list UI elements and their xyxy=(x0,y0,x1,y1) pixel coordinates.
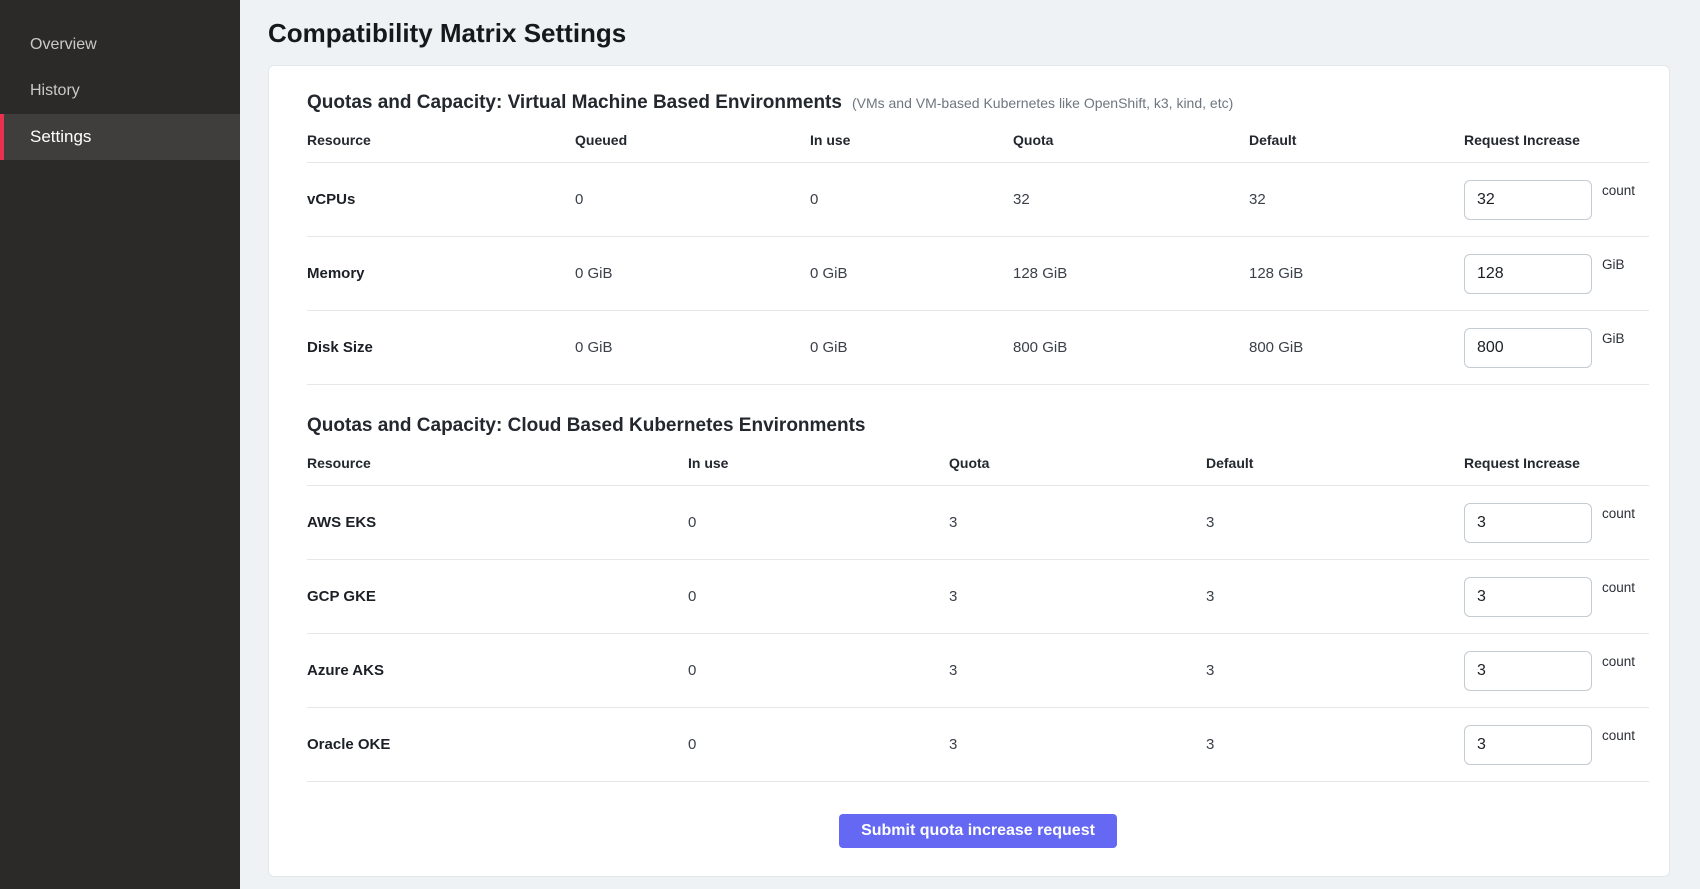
unit-label: count xyxy=(1602,580,1635,595)
table-row-aws-eks: AWS EKS 0 3 3 count xyxy=(307,486,1649,560)
col-in-use: In use xyxy=(688,455,949,471)
col-in-use: In use xyxy=(810,132,1013,148)
request-increase-cell: GiB xyxy=(1464,254,1649,294)
queued-value: 0 xyxy=(575,191,810,208)
unit-label: GiB xyxy=(1602,331,1625,346)
request-increase-cell: count xyxy=(1464,180,1649,220)
in-use-value: 0 xyxy=(810,191,1013,208)
submit-quota-increase-button[interactable]: Submit quota increase request xyxy=(839,814,1117,848)
memory-request-input[interactable] xyxy=(1464,254,1592,294)
col-quota: Quota xyxy=(949,455,1206,471)
request-increase-cell: count xyxy=(1464,577,1649,617)
col-default: Default xyxy=(1249,132,1464,148)
resource-label: vCPUs xyxy=(307,191,575,208)
quota-value: 3 xyxy=(949,736,1206,753)
sidebar: Overview History Settings xyxy=(0,0,240,889)
queued-value: 0 GiB xyxy=(575,339,810,356)
table-row-azure-aks: Azure AKS 0 3 3 count xyxy=(307,634,1649,708)
unit-label: count xyxy=(1602,728,1635,743)
default-value: 128 GiB xyxy=(1249,265,1464,282)
quota-value: 3 xyxy=(949,662,1206,679)
sidebar-item-label: History xyxy=(30,82,80,100)
in-use-value: 0 xyxy=(688,588,949,605)
resource-label: Oracle OKE xyxy=(307,736,688,753)
request-increase-cell: count xyxy=(1464,651,1649,691)
table-row-gcp-gke: GCP GKE 0 3 3 count xyxy=(307,560,1649,634)
unit-label: GiB xyxy=(1602,257,1625,272)
col-quota: Quota xyxy=(1013,132,1249,148)
quota-value: 3 xyxy=(949,514,1206,531)
in-use-value: 0 GiB xyxy=(810,339,1013,356)
col-resource: Resource xyxy=(307,455,688,471)
vm-section-subtitle: (VMs and VM-based Kubernetes like OpenSh… xyxy=(852,95,1233,111)
quota-value: 800 GiB xyxy=(1013,339,1249,356)
resource-label: Disk Size xyxy=(307,339,575,356)
disk-size-request-input[interactable] xyxy=(1464,328,1592,368)
unit-label: count xyxy=(1602,506,1635,521)
queued-value: 0 GiB xyxy=(575,265,810,282)
request-increase-cell: count xyxy=(1464,503,1649,543)
unit-label: count xyxy=(1602,654,1635,669)
oracle-oke-request-input[interactable] xyxy=(1464,725,1592,765)
in-use-value: 0 GiB xyxy=(810,265,1013,282)
resource-label: GCP GKE xyxy=(307,588,688,605)
vm-table-header: Resource Queued In use Quota Default Req… xyxy=(307,120,1649,163)
in-use-value: 0 xyxy=(688,662,949,679)
col-request-increase: Request Increase xyxy=(1464,132,1649,148)
gcp-gke-request-input[interactable] xyxy=(1464,577,1592,617)
col-queued: Queued xyxy=(575,132,810,148)
table-row-vcpus: vCPUs 0 0 32 32 count xyxy=(307,163,1649,237)
sidebar-item-overview[interactable]: Overview xyxy=(0,22,240,68)
sidebar-item-label: Settings xyxy=(30,127,91,147)
sidebar-item-label: Overview xyxy=(30,36,97,54)
page-title: Compatibility Matrix Settings xyxy=(268,18,1670,49)
in-use-value: 0 xyxy=(688,736,949,753)
col-resource: Resource xyxy=(307,132,575,148)
vm-section-title: Quotas and Capacity: Virtual Machine Bas… xyxy=(307,92,842,114)
app-root: Overview History Settings Compatibility … xyxy=(0,0,1700,889)
sidebar-item-settings[interactable]: Settings xyxy=(0,114,240,160)
submit-row: Submit quota increase request xyxy=(307,814,1649,848)
azure-aks-request-input[interactable] xyxy=(1464,651,1592,691)
aws-eks-request-input[interactable] xyxy=(1464,503,1592,543)
unit-label: count xyxy=(1602,183,1635,198)
cloud-section-header: Quotas and Capacity: Cloud Based Kuberne… xyxy=(307,415,1649,437)
vcpus-request-input[interactable] xyxy=(1464,180,1592,220)
col-default: Default xyxy=(1206,455,1464,471)
quotas-card: Quotas and Capacity: Virtual Machine Bas… xyxy=(268,65,1670,877)
default-value: 32 xyxy=(1249,191,1464,208)
quota-value: 128 GiB xyxy=(1013,265,1249,282)
resource-label: Azure AKS xyxy=(307,662,688,679)
sidebar-item-history[interactable]: History xyxy=(0,68,240,114)
request-increase-cell: count xyxy=(1464,725,1649,765)
quota-value: 32 xyxy=(1013,191,1249,208)
col-request-increase: Request Increase xyxy=(1464,455,1649,471)
table-row-oracle-oke: Oracle OKE 0 3 3 count xyxy=(307,708,1649,782)
cloud-table-header: Resource In use Quota Default Request In… xyxy=(307,443,1649,486)
default-value: 3 xyxy=(1206,514,1464,531)
vm-section-header: Quotas and Capacity: Virtual Machine Bas… xyxy=(307,92,1649,114)
default-value: 800 GiB xyxy=(1249,339,1464,356)
quota-value: 3 xyxy=(949,588,1206,605)
main-content: Compatibility Matrix Settings Quotas and… xyxy=(240,0,1700,889)
resource-label: Memory xyxy=(307,265,575,282)
default-value: 3 xyxy=(1206,662,1464,679)
in-use-value: 0 xyxy=(688,514,949,531)
request-increase-cell: GiB xyxy=(1464,328,1649,368)
table-row-disk-size: Disk Size 0 GiB 0 GiB 800 GiB 800 GiB Gi… xyxy=(307,311,1649,385)
resource-label: AWS EKS xyxy=(307,514,688,531)
default-value: 3 xyxy=(1206,588,1464,605)
cloud-section-title: Quotas and Capacity: Cloud Based Kuberne… xyxy=(307,415,866,437)
table-row-memory: Memory 0 GiB 0 GiB 128 GiB 128 GiB GiB xyxy=(307,237,1649,311)
default-value: 3 xyxy=(1206,736,1464,753)
